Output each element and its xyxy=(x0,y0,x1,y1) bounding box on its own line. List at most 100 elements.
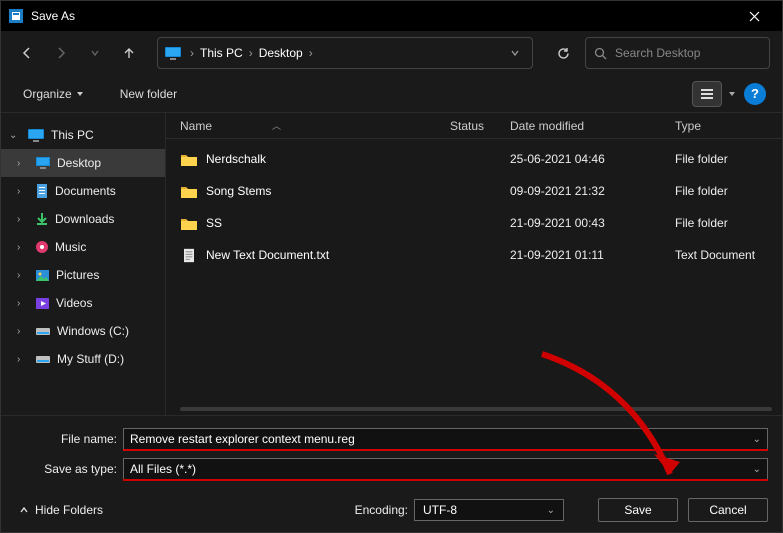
app-icon xyxy=(9,9,23,23)
chevron-right-icon: › xyxy=(17,186,29,197)
encoding-select[interactable]: UTF-8 ⌄ xyxy=(414,499,564,521)
filename-input[interactable]: Remove restart explorer context menu.reg… xyxy=(123,428,768,450)
annotation-underline xyxy=(123,449,768,451)
view-options-button[interactable] xyxy=(692,81,722,107)
file-type: Text Document xyxy=(675,248,782,262)
chevron-down-icon[interactable] xyxy=(728,90,736,98)
chevron-right-icon: › xyxy=(17,214,29,225)
nav-row: › This PC › Desktop › Search Desktop xyxy=(1,31,782,75)
chevron-down-icon[interactable]: ⌄ xyxy=(547,505,555,516)
sidebar-item-drive-c[interactable]: › Windows (C:) xyxy=(1,317,165,345)
download-icon xyxy=(35,212,49,226)
sort-asc-icon: ︿ xyxy=(272,119,281,132)
pictures-icon xyxy=(35,269,50,282)
file-date: 09-09-2021 21:32 xyxy=(510,184,675,198)
titlebar: Save As xyxy=(1,1,782,31)
chevron-right-icon: › xyxy=(17,270,29,281)
drive-icon xyxy=(35,353,51,365)
refresh-button[interactable] xyxy=(547,37,579,69)
address-bar[interactable]: › This PC › Desktop › xyxy=(157,37,533,69)
back-button[interactable] xyxy=(13,39,41,67)
chevron-right-icon: › xyxy=(188,46,196,60)
file-type: File folder xyxy=(675,216,782,230)
sidebar-item-drive-d[interactable]: › My Stuff (D:) xyxy=(1,345,165,373)
folder-icon xyxy=(180,216,198,231)
crumb-desktop[interactable]: Desktop xyxy=(255,46,307,60)
file-type: File folder xyxy=(675,152,782,166)
saveastype-select[interactable]: All Files (*.*) ⌄ xyxy=(123,458,768,480)
document-icon xyxy=(35,183,49,199)
save-button[interactable]: Save xyxy=(598,498,678,522)
chevron-right-icon: › xyxy=(247,46,255,60)
col-date[interactable]: Date modified xyxy=(510,119,675,133)
drive-icon xyxy=(35,325,51,337)
chevron-down-icon xyxy=(76,90,84,98)
file-row[interactable]: Nerdschalk 25-06-2021 04:46File folder xyxy=(180,143,782,175)
col-status[interactable]: Status xyxy=(450,119,510,133)
chevron-right-icon: › xyxy=(17,158,29,169)
file-name: Nerdschalk xyxy=(206,152,266,166)
monitor-icon xyxy=(164,46,182,60)
file-row[interactable]: SS 21-09-2021 00:43File folder xyxy=(180,207,782,239)
chevron-right-icon: › xyxy=(17,326,29,337)
file-name: New Text Document.txt xyxy=(206,248,329,262)
col-name[interactable]: Name xyxy=(180,119,212,133)
toolbar: Organize New folder ? xyxy=(1,75,782,113)
column-headers[interactable]: Name ︿ Status Date modified Type xyxy=(166,113,782,139)
videos-icon xyxy=(35,297,50,310)
hide-folders-button[interactable]: Hide Folders xyxy=(15,501,107,519)
sidebar-item-pictures[interactable]: › Pictures xyxy=(1,261,165,289)
up-button[interactable] xyxy=(115,39,143,67)
cancel-button[interactable]: Cancel xyxy=(688,498,768,522)
filename-label: File name: xyxy=(15,432,123,446)
chevron-down-icon[interactable]: ⌄ xyxy=(753,434,761,445)
chevron-down-icon: ⌄ xyxy=(9,130,21,141)
close-button[interactable] xyxy=(734,1,774,31)
folder-icon xyxy=(180,184,198,199)
file-name: Song Stems xyxy=(206,184,271,198)
search-placeholder: Search Desktop xyxy=(615,46,700,60)
file-type: File folder xyxy=(675,184,782,198)
music-icon xyxy=(35,240,49,254)
sidebar-item-desktop[interactable]: › Desktop xyxy=(1,149,165,177)
chevron-up-icon xyxy=(19,505,29,515)
chevron-down-icon[interactable]: ⌄ xyxy=(753,464,761,475)
chevron-right-icon: › xyxy=(17,242,29,253)
col-type[interactable]: Type xyxy=(675,119,782,133)
file-row[interactable]: Song Stems 09-09-2021 21:32File folder xyxy=(180,175,782,207)
file-date: 25-06-2021 04:46 xyxy=(510,152,675,166)
monitor-icon xyxy=(27,128,45,142)
saveastype-label: Save as type: xyxy=(15,462,123,476)
file-name: SS xyxy=(206,216,222,230)
search-input[interactable]: Search Desktop xyxy=(585,37,770,69)
sidebar-item-documents[interactable]: › Documents xyxy=(1,177,165,205)
window-title: Save As xyxy=(31,9,734,23)
chevron-right-icon: › xyxy=(17,298,29,309)
address-dropdown-icon[interactable] xyxy=(504,48,526,58)
annotation-underline xyxy=(123,479,768,481)
recent-dropdown-icon[interactable] xyxy=(81,39,109,67)
new-folder-button[interactable]: New folder xyxy=(114,83,183,105)
encoding-label: Encoding: xyxy=(355,503,408,517)
search-icon xyxy=(594,47,607,60)
file-date: 21-09-2021 00:43 xyxy=(510,216,675,230)
chevron-right-icon: › xyxy=(17,354,29,365)
file-row[interactable]: New Text Document.txt 21-09-2021 01:11Tex… xyxy=(180,239,782,271)
sidebar-item-downloads[interactable]: › Downloads xyxy=(1,205,165,233)
bottom-panel: File name: Remove restart explorer conte… xyxy=(1,415,782,532)
organize-button[interactable]: Organize xyxy=(17,83,90,105)
sidebar-item-videos[interactable]: › Videos xyxy=(1,289,165,317)
sidebar: ⌄ This PC › Desktop › Documents › Downlo… xyxy=(1,113,166,415)
text-file-icon xyxy=(180,248,198,263)
file-area: Name ︿ Status Date modified Type Nerdsch… xyxy=(166,113,782,415)
crumb-this-pc[interactable]: This PC xyxy=(196,46,247,60)
sidebar-root-this-pc[interactable]: ⌄ This PC xyxy=(1,121,165,149)
horizontal-scrollbar[interactable] xyxy=(180,407,772,411)
help-button[interactable]: ? xyxy=(744,83,766,105)
sidebar-item-music[interactable]: › Music xyxy=(1,233,165,261)
desktop-icon xyxy=(35,156,51,170)
forward-button[interactable] xyxy=(47,39,75,67)
file-date: 21-09-2021 01:11 xyxy=(510,248,675,262)
chevron-right-icon: › xyxy=(307,46,315,60)
folder-icon xyxy=(180,152,198,167)
